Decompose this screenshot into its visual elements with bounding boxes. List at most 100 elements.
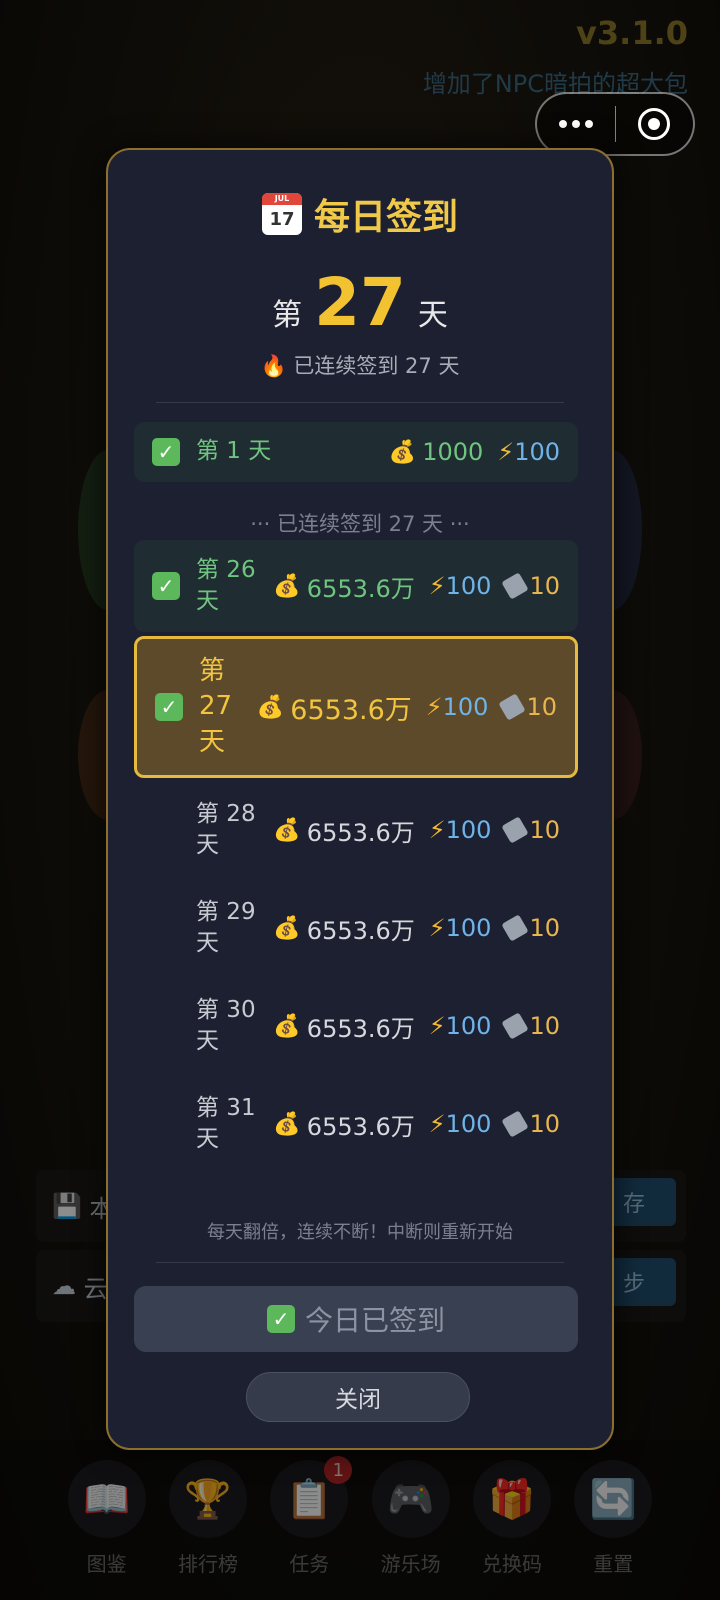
day-number: 27 — [314, 264, 406, 341]
lightning-icon: ⚡ — [497, 438, 515, 466]
streak-text: 🔥 已连续签到 27 天 — [260, 354, 460, 378]
calendar-icon: JUL 17 — [261, 193, 302, 235]
signed-in-label: 今日已签到 — [304, 1304, 445, 1337]
coin-amount: 6553.6万 — [306, 574, 415, 603]
day-label: 第 28 天 — [196, 800, 256, 858]
day-label: 第 1 天 — [196, 438, 272, 465]
reward-group: 💰 6553.6万 ⚡ 100 10 — [257, 688, 557, 727]
energy-amount: 100 — [445, 1110, 492, 1138]
ticket-amount: 10 — [529, 1012, 560, 1040]
ticket-amount: 10 — [529, 1110, 560, 1138]
ticket-amount: 10 — [526, 693, 557, 721]
energy-amount: 100 — [445, 572, 492, 600]
ticket-icon — [501, 914, 530, 942]
checkmark-icon: ✓ — [155, 693, 183, 721]
rule-note: 每天翻倍，连续不断！中断则重新开始 — [207, 1222, 513, 1243]
checkin-row-day-26: ✓ 第 26 天 💰 6553.6万 ⚡ 100 10 — [134, 540, 578, 632]
streak-gap-note: ··· 已连续签到 27 天 ··· — [250, 512, 470, 536]
close-button[interactable]: 关闭 — [246, 1372, 470, 1422]
coin-amount: 6553.6万 — [290, 694, 412, 726]
lightning-icon: ⚡ — [428, 1012, 446, 1040]
ticket-amount: 10 — [529, 572, 560, 600]
coin-amount: 6553.6万 — [306, 818, 415, 847]
money-bag-icon: 💰 — [273, 915, 301, 941]
empty-check-slot — [152, 1012, 180, 1040]
ticket-reward: 10 — [501, 816, 560, 844]
energy-reward: ⚡ 100 — [429, 816, 492, 844]
ticket-reward: 10 — [501, 1012, 560, 1040]
empty-check-slot — [152, 1110, 180, 1138]
ticket-icon — [501, 816, 530, 844]
ticket-reward: 10 — [501, 1110, 560, 1138]
day-label: 第 29 天 — [196, 898, 256, 956]
energy-amount: 100 — [445, 1012, 492, 1040]
lightning-icon: ⚡ — [428, 816, 446, 844]
checkmark-icon: ✓ — [152, 438, 180, 466]
money-bag-icon: 💰 — [256, 694, 285, 720]
lightning-icon: ⚡ — [425, 693, 443, 721]
lightning-icon: ⚡ — [428, 1110, 446, 1138]
day-label: 第 27 天 — [199, 656, 233, 757]
energy-reward: ⚡ 100 — [426, 693, 489, 721]
coin-reward: 💰 1000 — [389, 438, 483, 466]
coin-amount: 1000 — [422, 438, 484, 466]
empty-check-slot — [152, 816, 180, 844]
coin-reward: 💰 6553.6万 — [273, 813, 414, 848]
coin-amount: 6553.6万 — [306, 1112, 415, 1141]
money-bag-icon: 💰 — [388, 439, 417, 465]
reward-group: 💰 6553.6万 ⚡ 100 10 — [273, 911, 560, 946]
coin-reward: 💰 6553.6万 — [273, 1009, 414, 1044]
ticket-amount: 10 — [529, 816, 560, 844]
day-label: 第 26 天 — [196, 556, 256, 614]
coin-amount: 6553.6万 — [306, 1014, 415, 1043]
reward-group: 💰 6553.6万 ⚡ 100 10 — [273, 1107, 560, 1142]
checkmark-icon: ✓ — [266, 1305, 295, 1333]
energy-amount: 100 — [445, 914, 492, 942]
divider — [156, 402, 564, 403]
daily-checkin-modal: JUL 17 每日签到 第 27 天 🔥 已连续签到 27 天 ✓ 第 1 天 … — [106, 148, 614, 1450]
miniprogram-capsule — [535, 92, 695, 156]
calendar-day: 17 — [269, 209, 295, 230]
ticket-reward: 10 — [501, 914, 560, 942]
current-day-display: 第 27 天 — [108, 264, 612, 341]
energy-reward: ⚡ 100 — [429, 1110, 492, 1138]
money-bag-icon: 💰 — [273, 817, 301, 843]
more-options-icon[interactable] — [537, 120, 615, 128]
money-bag-icon: 💰 — [273, 1013, 301, 1039]
day-prefix: 第 — [272, 298, 303, 333]
energy-amount: 100 — [514, 438, 560, 466]
energy-amount: 100 — [445, 816, 492, 844]
energy-amount: 100 — [442, 693, 489, 721]
modal-title-text: 每日签到 — [313, 197, 458, 238]
ticket-reward: 10 — [501, 572, 560, 600]
checkin-row-day-30: 第 30 天 💰 6553.6万 ⚡ 100 10 — [134, 980, 578, 1072]
divider — [156, 1262, 564, 1263]
reward-group: 💰 6553.6万 ⚡ 100 10 — [273, 1009, 560, 1044]
calendar-month: JUL — [261, 193, 302, 205]
day-suffix: 天 — [417, 298, 448, 333]
checkin-row-day-27: ✓ 第 27 天 💰 6553.6万 ⚡ 100 10 — [134, 636, 578, 778]
coin-reward: 💰 6553.6万 — [273, 569, 414, 604]
ticket-icon — [498, 693, 527, 721]
checkmark-icon: ✓ — [152, 572, 180, 600]
modal-title: JUL 17 每日签到 — [108, 188, 612, 240]
coin-reward: 💰 6553.6万 — [273, 911, 414, 946]
day-label: 第 31 天 — [196, 1094, 256, 1152]
exit-miniprogram-icon[interactable] — [616, 108, 694, 140]
checkin-row-day-29: 第 29 天 💰 6553.6万 ⚡ 100 10 — [134, 882, 578, 974]
reward-group: 💰 6553.6万 ⚡ 100 10 — [273, 813, 560, 848]
lightning-icon: ⚡ — [428, 572, 446, 600]
ticket-reward: 10 — [498, 693, 557, 721]
checkin-row-day-31: 第 31 天 💰 6553.6万 ⚡ 100 10 — [134, 1078, 578, 1170]
signed-in-button[interactable]: ✓ 今日已签到 — [134, 1286, 578, 1352]
coin-reward: 💰 6553.6万 — [257, 688, 412, 727]
lightning-icon: ⚡ — [428, 914, 446, 942]
energy-reward: ⚡ 100 — [429, 572, 492, 600]
ticket-amount: 10 — [529, 914, 560, 942]
ticket-icon — [501, 1012, 530, 1040]
energy-reward: ⚡ 100 — [497, 438, 560, 466]
ticket-icon — [501, 572, 530, 600]
reward-group: 💰 6553.6万 ⚡ 100 10 — [273, 569, 560, 604]
day-label: 第 30 天 — [196, 996, 256, 1054]
reward-group: 💰 1000 ⚡ 100 — [389, 438, 560, 466]
